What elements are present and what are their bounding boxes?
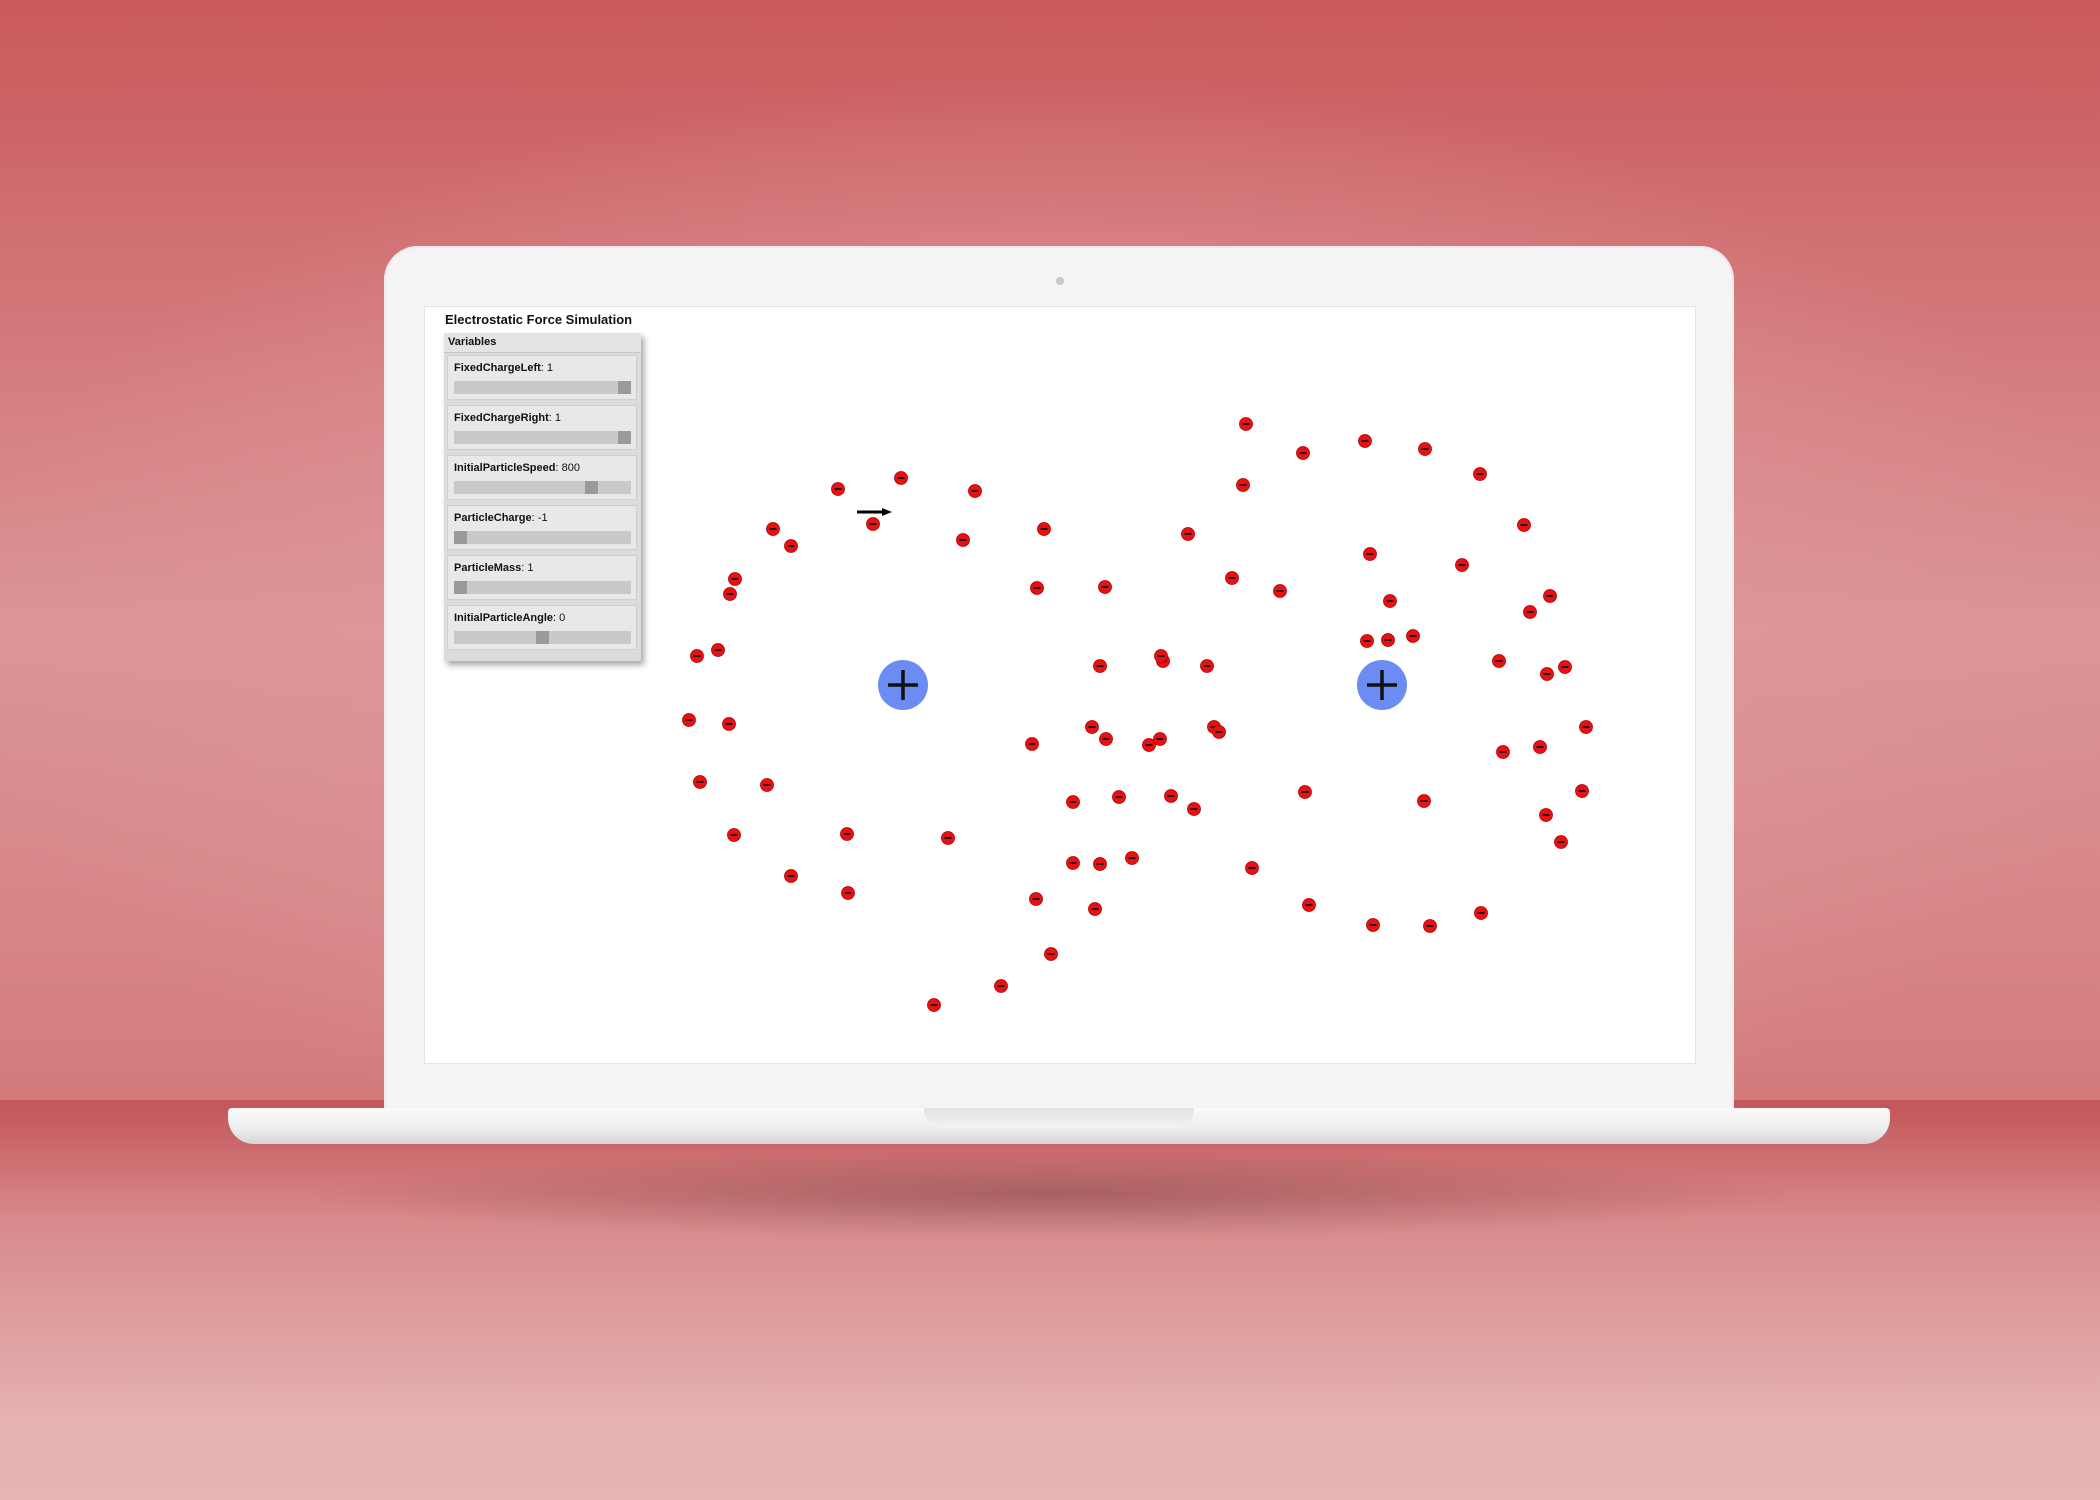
negative-particle xyxy=(941,831,955,845)
negative-particle xyxy=(1533,740,1547,754)
negative-particle xyxy=(994,979,1008,993)
negative-particle xyxy=(1125,851,1139,865)
negative-particle xyxy=(1554,835,1568,849)
negative-particle xyxy=(1225,571,1239,585)
negative-particle xyxy=(1212,725,1226,739)
negative-particle xyxy=(1273,584,1287,598)
negative-particle xyxy=(728,572,742,586)
negative-particle xyxy=(1112,790,1126,804)
negative-particle xyxy=(723,587,737,601)
negative-particle xyxy=(841,886,855,900)
negative-particle xyxy=(1245,861,1259,875)
negative-particle xyxy=(1540,667,1554,681)
negative-particle xyxy=(1093,659,1107,673)
negative-particle xyxy=(1025,737,1039,751)
negative-particle xyxy=(1153,732,1167,746)
negative-particle xyxy=(1406,629,1420,643)
negative-particle xyxy=(1098,580,1112,594)
negative-particle xyxy=(1575,784,1589,798)
negative-particle xyxy=(1383,594,1397,608)
negative-particle xyxy=(1363,547,1377,561)
negative-particle xyxy=(1366,918,1380,932)
negative-particle xyxy=(722,717,736,731)
negative-particle xyxy=(1239,417,1253,431)
negative-particle xyxy=(727,828,741,842)
negative-particle xyxy=(682,713,696,727)
negative-particle xyxy=(1423,919,1437,933)
negative-particle xyxy=(866,517,880,531)
negative-particle xyxy=(1029,892,1043,906)
particles-layer xyxy=(682,417,1593,1012)
negative-particle xyxy=(1066,795,1080,809)
negative-particle xyxy=(766,522,780,536)
negative-particle xyxy=(1236,478,1250,492)
negative-particle xyxy=(1492,654,1506,668)
negative-particle xyxy=(968,484,982,498)
negative-particle xyxy=(1181,527,1195,541)
negative-particle xyxy=(690,649,704,663)
negative-particle xyxy=(1579,720,1593,734)
arrow-right-icon[interactable] xyxy=(857,508,892,516)
laptop-base-notch xyxy=(924,1108,1194,1128)
negative-particle xyxy=(1473,467,1487,481)
negative-particle xyxy=(1088,902,1102,916)
negative-particle xyxy=(1093,857,1107,871)
negative-particle xyxy=(831,482,845,496)
negative-particle xyxy=(1418,442,1432,456)
negative-particle xyxy=(1517,518,1531,532)
negative-particle xyxy=(760,778,774,792)
negative-particle xyxy=(1455,558,1469,572)
negative-particle xyxy=(1381,633,1395,647)
negative-particle xyxy=(840,827,854,841)
negative-particle xyxy=(1037,522,1051,536)
negative-particle xyxy=(1523,605,1537,619)
negative-particle xyxy=(1360,634,1374,648)
negative-particle xyxy=(1099,732,1113,746)
negative-particle xyxy=(1496,745,1510,759)
negative-particle xyxy=(1187,802,1201,816)
fixed-charge-left[interactable] xyxy=(878,660,928,710)
negative-particle xyxy=(1066,856,1080,870)
negative-particle xyxy=(711,643,725,657)
negative-particle xyxy=(1302,898,1316,912)
negative-particle xyxy=(1164,789,1178,803)
negative-particle xyxy=(784,869,798,883)
negative-particle xyxy=(1417,794,1431,808)
negative-particle xyxy=(1044,947,1058,961)
negative-particle xyxy=(894,471,908,485)
negative-particle xyxy=(1085,720,1099,734)
negative-particle xyxy=(1558,660,1572,674)
negative-particle xyxy=(1539,808,1553,822)
negative-particle xyxy=(693,775,707,789)
simulation-canvas[interactable] xyxy=(0,0,2100,1500)
negative-particle xyxy=(1298,785,1312,799)
negative-particle xyxy=(1358,434,1372,448)
negative-particle xyxy=(956,533,970,547)
negative-particle xyxy=(1154,649,1168,663)
negative-particle xyxy=(1296,446,1310,460)
negative-particle xyxy=(1543,589,1557,603)
negative-particle xyxy=(784,539,798,553)
negative-particle xyxy=(1030,581,1044,595)
negative-particle xyxy=(1200,659,1214,673)
fixed-charge-right[interactable] xyxy=(1357,660,1407,710)
negative-particle xyxy=(927,998,941,1012)
negative-particle xyxy=(1474,906,1488,920)
